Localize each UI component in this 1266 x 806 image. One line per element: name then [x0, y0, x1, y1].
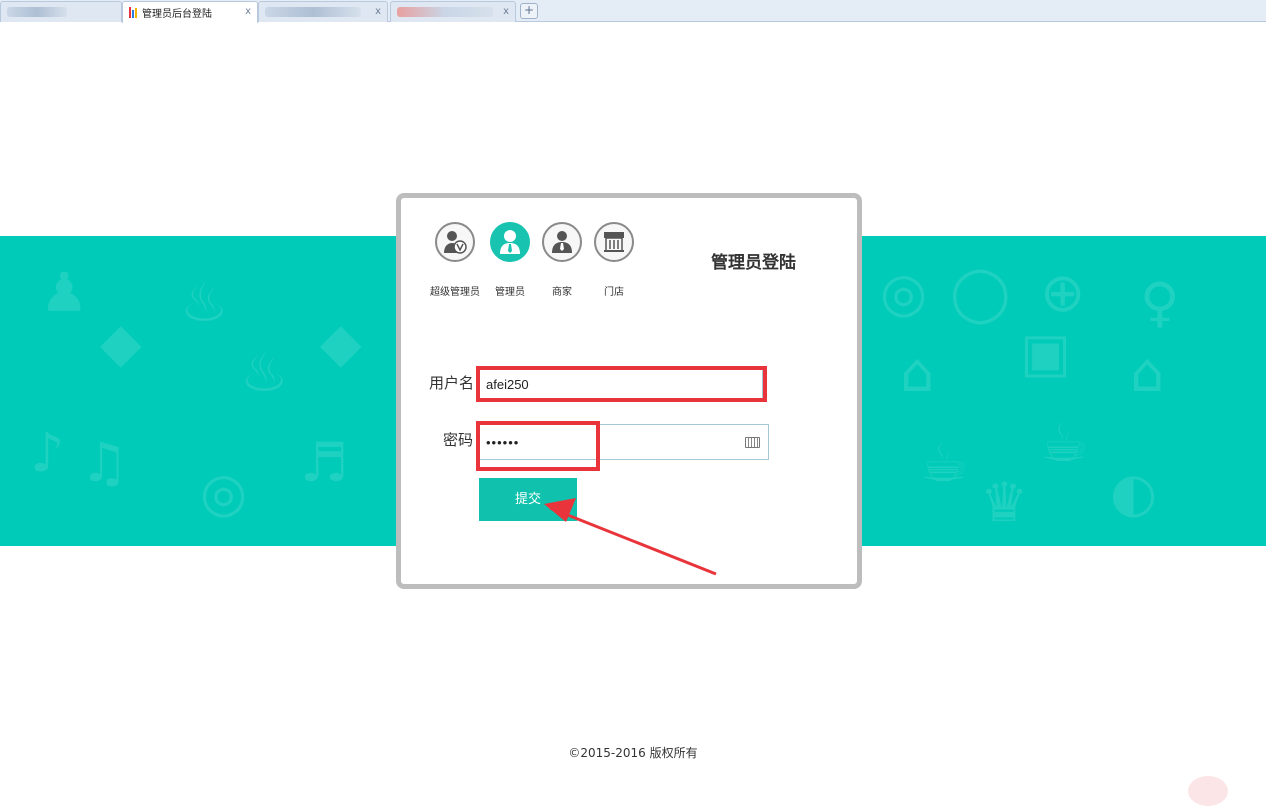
browser-tab[interactable] [0, 1, 122, 22]
blurred-tab-title [397, 7, 493, 17]
corner-decoration [1188, 776, 1228, 806]
decor-icon: ♨ [240, 341, 289, 404]
decor-icon: ◎ [880, 261, 928, 324]
role-label: 超级管理员 [430, 287, 480, 298]
decor-icon: ⊕ [1040, 261, 1086, 324]
decor-icon: ♀ [1140, 271, 1180, 334]
decor-icon: ☕ [1040, 411, 1089, 474]
decor-icon: ☕ [920, 431, 969, 494]
annotation-arrow-icon [544, 498, 717, 576]
role-super-admin[interactable]: 超级管理员 [427, 222, 483, 298]
store-icon [594, 222, 634, 262]
role-label: 门店 [604, 287, 624, 298]
super-admin-icon [435, 222, 475, 262]
role-label: 商家 [552, 287, 572, 298]
decor-icon: ♫ [80, 431, 129, 494]
password-highlight-box [476, 421, 600, 471]
decor-icon: ◆ [100, 311, 142, 374]
login-title: 管理员登陆 [711, 253, 796, 273]
role-admin[interactable]: 管理员 [482, 222, 538, 298]
browser-tab-bar: 管理员后台登陆 x x x + [0, 0, 1266, 23]
role-merchant[interactable]: 商家 [534, 222, 590, 298]
password-label: 密码 [443, 431, 474, 449]
decor-icon: ◯ [950, 261, 1011, 324]
role-label: 管理员 [495, 287, 525, 298]
site-favicon-icon [129, 7, 138, 18]
decor-icon: ◎ [200, 461, 248, 524]
new-tab-button[interactable]: + [520, 3, 538, 19]
decor-icon: ♪ [30, 421, 65, 484]
merchant-icon [542, 222, 582, 262]
browser-tab-active[interactable]: 管理员后台登陆 x [122, 1, 258, 23]
tab-close-icon[interactable]: x [503, 6, 509, 17]
decor-icon: ▣ [1020, 321, 1072, 384]
username-highlight-box [476, 366, 767, 402]
decor-icon: ♟ [40, 261, 89, 324]
decor-icon: ◐ [1110, 461, 1158, 524]
blurred-tab-title [7, 7, 67, 17]
browser-tab[interactable]: x [390, 1, 516, 22]
keyboard-icon[interactable] [745, 437, 760, 448]
browser-tab-title: 管理员后台登陆 [142, 9, 212, 20]
blurred-tab-title [265, 7, 361, 17]
copyright-footer: ©2015-2016 版权所有 [568, 746, 698, 760]
decor-icon: ♛ [980, 471, 1029, 534]
browser-tab[interactable]: x [258, 1, 388, 22]
tab-close-icon[interactable]: x [245, 6, 251, 17]
role-store[interactable]: 门店 [586, 222, 642, 298]
decor-icon: ♬ [300, 431, 349, 494]
username-label: 用户名 [429, 374, 475, 392]
admin-user-icon [490, 222, 530, 262]
tab-close-icon[interactable]: x [375, 6, 381, 17]
decor-icon: ♨ [180, 271, 229, 334]
decor-icon: ◆ [320, 311, 362, 374]
decor-icon: ⌂ [1130, 341, 1165, 404]
decor-icon: ⌂ [900, 341, 935, 404]
